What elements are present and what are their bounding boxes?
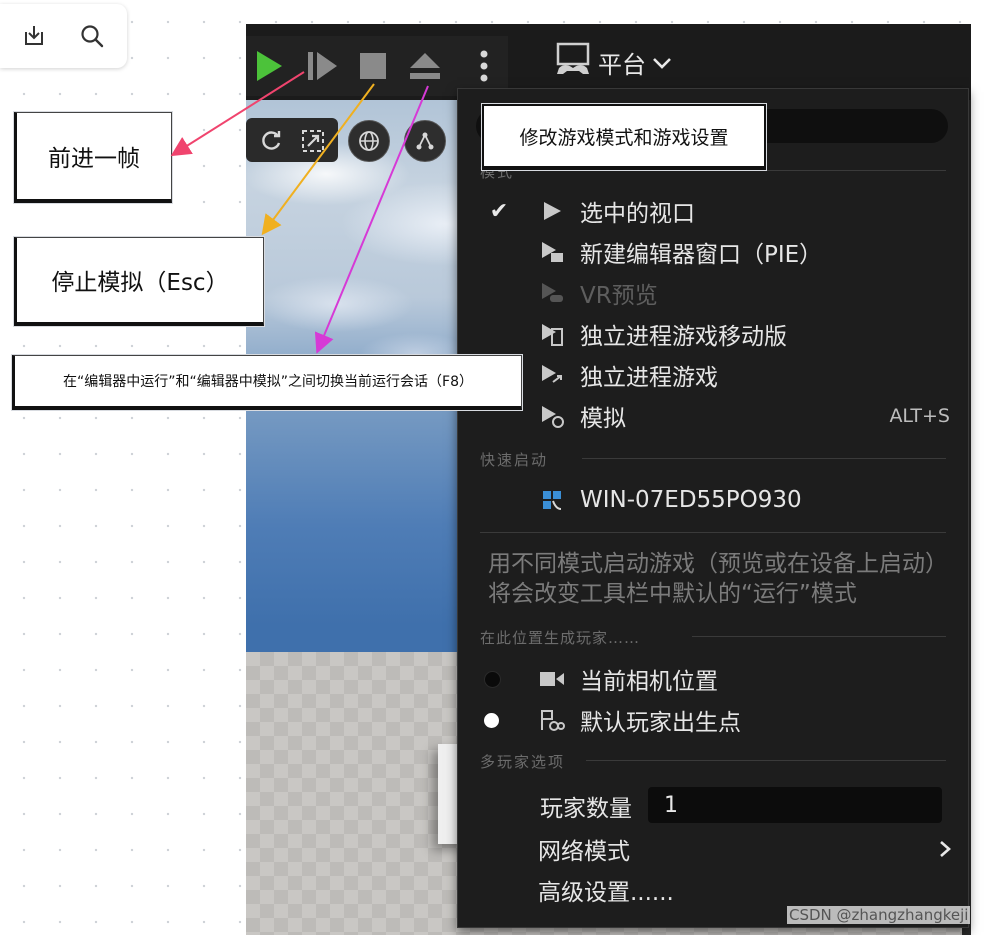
section-label-spawn: 在此位置生成玩家…… bbox=[480, 629, 641, 647]
spawn-option-player-start[interactable]: 默认玩家出生点 bbox=[458, 700, 966, 740]
mode-label: 选中的视口 bbox=[580, 201, 695, 227]
mode-label: 独立进程游戏移动版 bbox=[580, 324, 787, 350]
section-divider bbox=[692, 636, 946, 637]
globe-icon[interactable] bbox=[348, 120, 390, 162]
frame-step-button[interactable] bbox=[304, 44, 340, 88]
standalone-game-icon bbox=[538, 361, 566, 389]
play-controls-group bbox=[246, 36, 464, 96]
mode-item-standalone[interactable]: 独立进程游戏 bbox=[458, 355, 966, 395]
player-start-icon bbox=[538, 706, 566, 734]
mode-description: 用不同模式启动游戏（预览或在设备上启动）将会改变工具栏中默认的“运行”模式 bbox=[488, 551, 948, 607]
search-icon[interactable] bbox=[78, 22, 106, 50]
callout-stop: 停止模拟（Esc） bbox=[14, 237, 264, 326]
windows-device-icon bbox=[538, 486, 566, 514]
camera-icon bbox=[538, 665, 566, 693]
callout-mode-settings: 修改游戏模式和游戏设置 bbox=[482, 104, 766, 170]
quick-launch-device[interactable]: WIN-07ED55PO930 bbox=[458, 480, 966, 520]
floating-toolbar bbox=[0, 4, 127, 68]
eject-button[interactable] bbox=[406, 46, 444, 86]
spawn-option-camera[interactable]: 当前相机位置 bbox=[458, 659, 966, 699]
spawn-label: 当前相机位置 bbox=[580, 669, 718, 695]
snap-icon[interactable] bbox=[404, 120, 446, 162]
mode-label: 模拟 bbox=[580, 406, 626, 432]
scale-icon[interactable] bbox=[296, 124, 330, 158]
spawn-label: 默认玩家出生点 bbox=[580, 710, 741, 736]
more-options-icon[interactable] bbox=[468, 44, 500, 88]
net-mode-item[interactable]: 网络模式 bbox=[458, 829, 966, 869]
callout-frame-step: 前进一帧 bbox=[14, 112, 172, 203]
play-triangle-icon bbox=[538, 197, 566, 225]
play-button[interactable] bbox=[252, 44, 286, 88]
radio-selected[interactable] bbox=[484, 712, 499, 728]
check-icon: ✔ bbox=[489, 198, 509, 224]
chevron-right-icon bbox=[938, 839, 952, 863]
players-count-input[interactable]: 1 bbox=[648, 787, 942, 823]
section-divider bbox=[480, 532, 946, 533]
section-label-multiplayer: 多玩家选项 bbox=[480, 753, 566, 771]
section-label-quick-launch: 快速启动 bbox=[480, 451, 549, 469]
stop-button[interactable] bbox=[356, 46, 390, 86]
section-divider bbox=[576, 170, 946, 171]
device-label: WIN-07ED55PO930 bbox=[580, 487, 802, 513]
chevron-down-icon bbox=[652, 48, 672, 76]
watermark: CSDN @zhangzhangkeji bbox=[787, 906, 971, 924]
simulate-icon bbox=[538, 402, 566, 430]
section-divider bbox=[586, 760, 946, 761]
mode-label: VR预览 bbox=[580, 283, 658, 309]
vr-preview-icon bbox=[538, 279, 566, 307]
download-icon[interactable] bbox=[20, 22, 48, 50]
refresh-icon[interactable] bbox=[254, 124, 288, 158]
new-window-play-icon bbox=[538, 238, 566, 266]
advanced-settings-item[interactable]: 高级设置...... bbox=[458, 870, 966, 910]
mode-item-simulate[interactable]: 模拟 ALT+S bbox=[458, 396, 966, 436]
gamepad-monitor-icon bbox=[554, 40, 592, 84]
mode-item-selected-viewport[interactable]: ✔ 选中的视口 bbox=[458, 191, 966, 231]
mode-item-vr-preview: VR预览 bbox=[458, 273, 966, 313]
mode-label: 独立进程游戏 bbox=[580, 365, 718, 391]
callout-toggle: 在“编辑器中运行”和“编辑器中模拟”之间切换当前运行会话（F8） bbox=[12, 355, 522, 410]
shortcut-label: ALT+S bbox=[889, 405, 950, 427]
net-mode-label: 网络模式 bbox=[538, 839, 630, 865]
players-count-label: 玩家数量 bbox=[540, 796, 632, 822]
platform-button[interactable]: 平台 bbox=[554, 42, 672, 82]
advanced-settings-label: 高级设置...... bbox=[538, 880, 674, 906]
mobile-standalone-icon bbox=[538, 320, 566, 348]
radio-unselected[interactable] bbox=[484, 670, 501, 688]
viewport-tools bbox=[246, 100, 476, 164]
play-mode-menu: 模式 ✔ 选中的视口 新建编辑器窗口（PIE） VR预览 独立进程游戏移动版 独… bbox=[457, 88, 969, 928]
mode-item-new-window[interactable]: 新建编辑器窗口（PIE） bbox=[458, 232, 966, 272]
section-divider bbox=[582, 458, 946, 459]
platform-label: 平台 bbox=[598, 50, 646, 79]
more-options-group bbox=[460, 36, 508, 96]
mode-label: 新建编辑器窗口（PIE） bbox=[580, 242, 823, 268]
mode-item-mobile-standalone[interactable]: 独立进程游戏移动版 bbox=[458, 314, 966, 354]
